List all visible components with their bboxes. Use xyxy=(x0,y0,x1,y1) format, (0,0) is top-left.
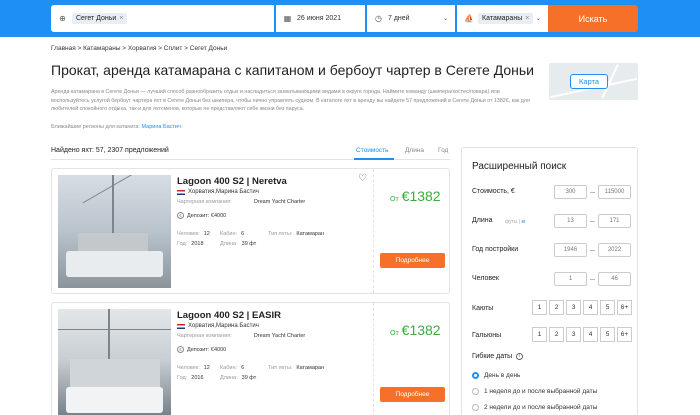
breadcrumb[interactable]: Главная > Катамараны > Хорватия > Сплит … xyxy=(51,45,227,52)
clock-icon: ◷ xyxy=(375,14,382,23)
cabins-label: Каюты xyxy=(472,305,494,312)
spec-type: Тип яхты: Катамаран xyxy=(268,231,325,237)
details-button[interactable]: Подробнее xyxy=(380,387,445,402)
deposit-icon: € xyxy=(177,212,184,219)
length-min-input[interactable]: 13 xyxy=(554,214,587,228)
radio[interactable] xyxy=(472,404,479,411)
year-max-input[interactable]: 2022 xyxy=(598,243,631,257)
length-max-input[interactable]: 171 xyxy=(598,214,631,228)
length-label: Длина xyxy=(472,217,493,224)
spec-length: Длина: 39 фт xyxy=(220,241,257,247)
deposit: € Депозит: €4000 xyxy=(177,212,226,219)
cabins-option-2[interactable]: 2 xyxy=(549,300,564,315)
date-field[interactable]: ▦ 26 июня 2021 xyxy=(276,5,365,32)
spec-year: Год: 2018 xyxy=(177,241,204,247)
flex-option-1-week[interactable]: 1 неделя до и после выбранной даты xyxy=(472,388,597,395)
heart-icon[interactable]: ♡ xyxy=(358,173,367,184)
spec-people: Человек: 12 xyxy=(177,231,210,237)
cabins-option-5[interactable]: 5 xyxy=(600,300,615,315)
yacht-title[interactable]: Lagoon 400 S2 | EASIR xyxy=(177,310,281,321)
heads-option-3[interactable]: 3 xyxy=(566,327,581,342)
yacht-type-field[interactable]: ⛵ Катамараны × ⌄ xyxy=(457,5,548,32)
search-button[interactable]: Искать xyxy=(548,5,638,32)
yacht-price: От €1382 xyxy=(390,188,441,204)
calendar-icon: ▦ xyxy=(283,14,292,23)
advanced-search-panel: Расширенный поиск Стоимость, € 300 11500… xyxy=(461,147,638,415)
page-description: Аренда катамарана в Сегете Доньи — лучши… xyxy=(51,89,530,112)
cabins-option-3[interactable]: 3 xyxy=(566,300,581,315)
destination-field[interactable]: ⊕ Сегет Доньи × xyxy=(51,5,274,32)
cabins-option-4[interactable]: 4 xyxy=(583,300,598,315)
yacht-title[interactable]: Lagoon 400 S2 | Neretva xyxy=(177,176,287,187)
flex-option-2-weeks[interactable]: 2 недели до и после выбранной даты xyxy=(472,404,597,411)
close-icon[interactable]: × xyxy=(119,15,123,22)
nearby-regions: Ближайшие регионы для катанига: Марина Б… xyxy=(51,124,181,130)
yacht-type-chip[interactable]: Катамараны × xyxy=(478,13,534,24)
charter-company: Чартерная компания: Dream Yacht Charter xyxy=(177,333,306,339)
yacht-photo[interactable] xyxy=(58,309,171,415)
cabins-option-1[interactable]: 1 xyxy=(532,300,547,315)
details-button[interactable]: Подробнее xyxy=(380,253,445,268)
charter-company: Чартерная компания: Dream Yacht Charter xyxy=(177,199,306,205)
deposit: € Депозит: €4000 xyxy=(177,346,226,353)
heads-option-2[interactable]: 2 xyxy=(549,327,564,342)
card-divider xyxy=(373,303,374,415)
search-bar: ⊕ Сегет Доньи × ▦ 26 июня 2021 ◷ 7 дней … xyxy=(0,0,700,37)
people-max-input[interactable]: 46 xyxy=(598,272,631,286)
price-min-input[interactable]: 300 xyxy=(554,185,587,199)
year-min-input[interactable]: 1946 xyxy=(554,243,587,257)
yacht-card[interactable]: Lagoon 400 S2 | EASIR Хорватия,Марина Ба… xyxy=(51,302,450,415)
yacht-price: От €1382 xyxy=(390,322,441,338)
page-title: Прокат, аренда катамарана с капитаном и … xyxy=(51,62,534,78)
flex-option-same-day[interactable]: День в день xyxy=(472,372,520,379)
chevron-down-icon: ⌄ xyxy=(535,16,541,22)
yacht-photo[interactable] xyxy=(58,175,171,288)
sort-price[interactable]: Стоимость xyxy=(356,147,389,154)
year-label: Год постройки xyxy=(472,246,519,253)
croatia-flag-icon xyxy=(177,323,185,329)
spec-type: Тип яхты: Катамаран xyxy=(268,365,325,371)
advanced-search-title: Расширенный поиск xyxy=(472,161,567,172)
sort-active-indicator xyxy=(354,158,394,160)
sort-length[interactable]: Длина xyxy=(405,147,424,154)
spec-year: Год: 2016 xyxy=(177,375,204,381)
yacht-location: Хорватия,Марина Бастич xyxy=(177,189,259,195)
people-min-input[interactable]: 1 xyxy=(554,272,587,286)
sailboat-icon: ⛵ xyxy=(464,14,474,23)
info-icon[interactable]: i xyxy=(516,353,524,360)
heads-option-1[interactable]: 1 xyxy=(532,327,547,342)
croatia-flag-icon xyxy=(177,189,185,195)
close-icon[interactable]: × xyxy=(525,15,529,22)
map-preview[interactable]: Карта xyxy=(549,63,638,100)
results-count: Найдено яхт: 57, 2307 предложений xyxy=(51,147,169,154)
heads-option-6plus[interactable]: 6+ xyxy=(617,327,632,342)
spec-length: Длина: 39 фт xyxy=(220,375,257,381)
duration-field[interactable]: ◷ 7 дней ⌄ xyxy=(367,5,455,32)
chevron-down-icon: ⌄ xyxy=(442,16,448,22)
deposit-icon: € xyxy=(177,346,184,353)
people-label: Человек xyxy=(472,275,499,282)
map-button[interactable]: Карта xyxy=(570,74,608,89)
spec-cabins: Кабин: 6 xyxy=(220,231,245,237)
length-unit-toggle[interactable]: футы | м xyxy=(505,219,525,225)
yacht-card[interactable]: Lagoon 400 S2 | Neretva ♡ Хорватия,Марин… xyxy=(51,168,450,294)
yacht-location: Хорватия,Марина Бастич xyxy=(177,323,259,329)
price-label: Стоимость, € xyxy=(472,188,515,195)
spec-cabins: Кабин: 6 xyxy=(220,365,245,371)
region-link[interactable]: Марина Бастич xyxy=(142,124,181,130)
spec-people: Человек: 12 xyxy=(177,365,210,371)
radio-selected[interactable] xyxy=(472,372,479,379)
heads-option-5[interactable]: 5 xyxy=(600,327,615,342)
flexible-dates-title: Гибкие даты i xyxy=(472,353,524,360)
radio[interactable] xyxy=(472,388,479,395)
sort-year[interactable]: Год xyxy=(438,147,448,154)
cabins-option-6plus[interactable]: 6+ xyxy=(617,300,632,315)
heads-option-4[interactable]: 4 xyxy=(583,327,598,342)
card-divider xyxy=(373,169,374,293)
price-max-input[interactable]: 115000 xyxy=(598,185,631,199)
destination-chip[interactable]: Сегет Доньи × xyxy=(72,13,128,24)
globe-icon: ⊕ xyxy=(59,14,66,23)
heads-label: Гальюны xyxy=(472,332,502,339)
